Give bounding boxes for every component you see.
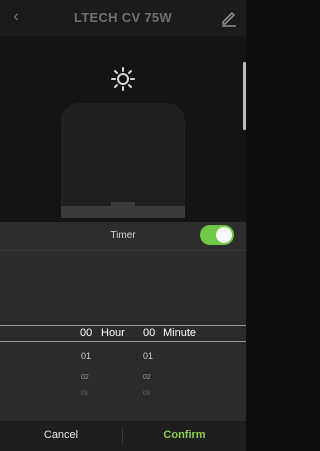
minute-option[interactable]: 02 [143, 374, 151, 381]
scrollbar[interactable] [243, 62, 246, 130]
timer-toggle-knob[interactable] [216, 227, 232, 243]
lamp-shape [61, 103, 185, 213]
minute-label: Minute [163, 327, 197, 339]
minute-option[interactable]: 01 [143, 351, 153, 361]
hour-option[interactable]: 02 [81, 374, 89, 381]
page-title: LTECH CV 75W [74, 10, 172, 25]
hour-option[interactable]: 03 [81, 391, 88, 397]
edit-icon[interactable] [218, 7, 240, 29]
minute-selected[interactable]: 00 [143, 327, 155, 339]
cancel-button[interactable]: Cancel [0, 420, 122, 450]
picker-top-line [0, 325, 246, 326]
hour-label: Hour [101, 327, 125, 339]
brightness-icon [110, 66, 136, 92]
lamp-base [61, 206, 185, 218]
picker-bottom-line [0, 341, 246, 342]
hour-selected[interactable]: 00 [80, 327, 92, 339]
hour-option[interactable]: 01 [81, 351, 91, 361]
back-icon[interactable]: ‹ [6, 6, 26, 28]
minute-option[interactable]: 03 [143, 391, 150, 397]
confirm-button[interactable]: Confirm [123, 420, 246, 450]
